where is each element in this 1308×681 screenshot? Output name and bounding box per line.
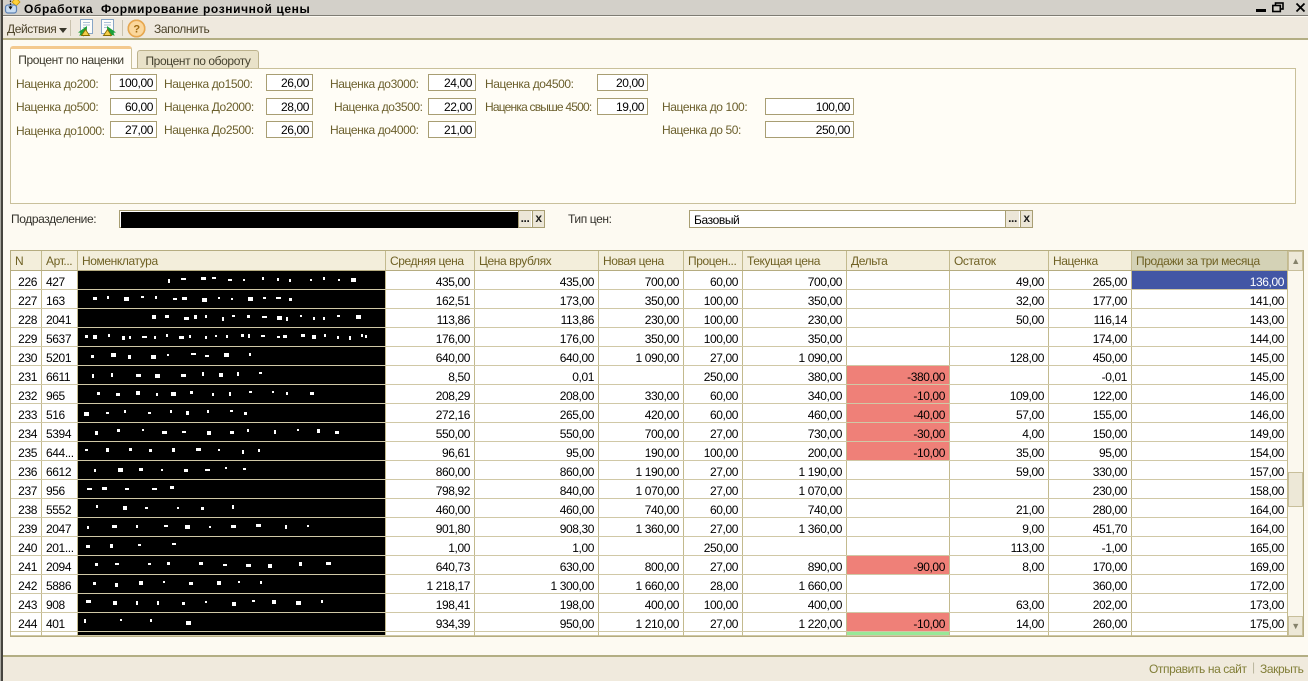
svg-text:?: ? [133,24,140,36]
